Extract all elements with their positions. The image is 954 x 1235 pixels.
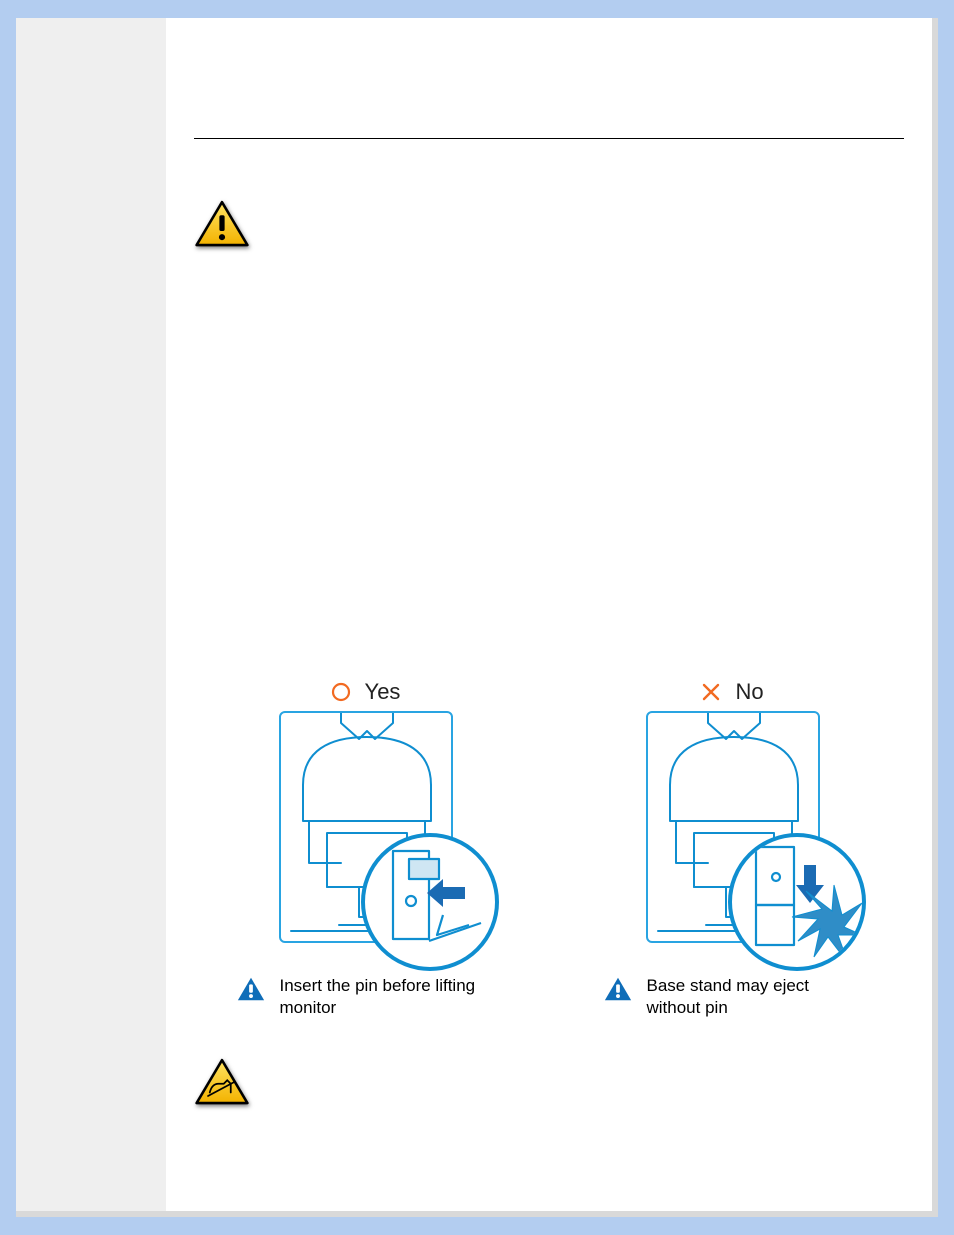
no-callout-circle xyxy=(728,833,866,971)
no-caption-row: Base stand may eject without pin xyxy=(603,975,863,1019)
arrow-left-icon xyxy=(427,879,465,907)
warning-row xyxy=(194,199,904,249)
yes-header: Yes xyxy=(331,679,401,705)
no-header: No xyxy=(701,679,763,705)
circle-icon xyxy=(331,682,351,702)
no-label: No xyxy=(735,679,763,705)
document-page: Yes xyxy=(16,18,938,1217)
bottom-spacer xyxy=(194,1127,904,1147)
impact-starburst xyxy=(792,885,862,963)
yes-column: Yes xyxy=(236,679,496,1019)
caution-row xyxy=(194,1057,904,1107)
eject-burst-illustration xyxy=(732,837,862,967)
yes-callout-circle xyxy=(361,833,499,971)
yes-label: Yes xyxy=(365,679,401,705)
caution-no-touch-icon xyxy=(194,1057,250,1107)
cross-icon xyxy=(701,682,721,702)
section-divider xyxy=(194,138,904,139)
content-area: Yes xyxy=(166,18,932,1211)
no-diagram-panel xyxy=(646,711,820,943)
yes-caption-row: Insert the pin before lifting monitor xyxy=(236,975,496,1019)
alert-icon xyxy=(603,975,633,1003)
yes-no-comparison: Yes xyxy=(194,679,904,1019)
alert-icon xyxy=(236,975,266,1003)
no-caption-text: Base stand may eject without pin xyxy=(647,975,863,1019)
yes-diagram-panel xyxy=(279,711,453,943)
yes-caption-text: Insert the pin before lifting monitor xyxy=(280,975,496,1019)
pin-insert-illustration xyxy=(365,837,495,967)
left-margin-column xyxy=(16,18,166,1211)
arrow-down-icon xyxy=(796,865,824,903)
no-column: No xyxy=(603,679,863,1019)
warning-icon xyxy=(194,199,250,249)
